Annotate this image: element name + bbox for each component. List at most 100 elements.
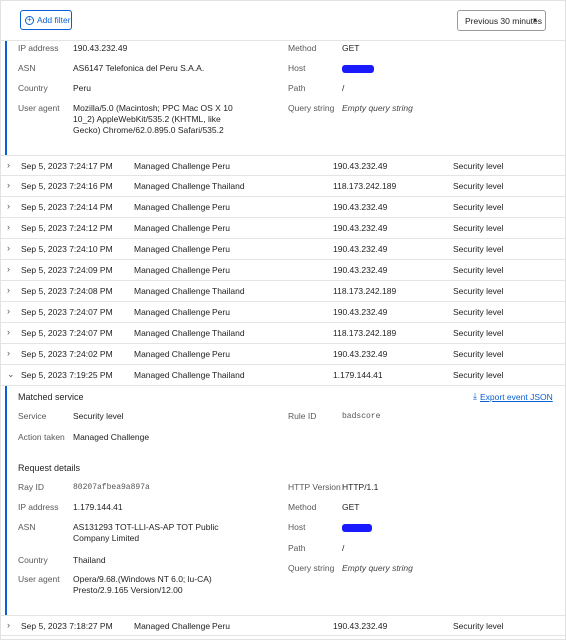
chevron-right-icon: › [7, 201, 10, 211]
event-detail-top: IP address 190.43.232.49 ASN AS6147 Tele… [1, 41, 566, 155]
event-row[interactable]: › Sep 5, 2023 7:18:27 PM Managed Challen… [1, 615, 566, 636]
ip-address-key: IP address [18, 43, 59, 53]
event-service: Security level [453, 244, 504, 254]
event-service: Security level [453, 370, 504, 380]
event-service: Security level [453, 349, 504, 359]
country-value: Peru [73, 83, 91, 93]
event-row[interactable]: › Sep 5, 2023 7:24:14 PM Managed Challenge… [1, 197, 566, 218]
plus-circle-icon: + [25, 15, 34, 25]
event-ip: 118.173.242.189 [333, 328, 397, 338]
event-date: Sep 5, 2023 7:24:09 PM [21, 265, 113, 275]
path-key: Path [288, 543, 306, 553]
event-row[interactable]: › Sep 5, 2023 7:24:09 PM Managed Challenge… [1, 260, 566, 281]
action-taken-key: Action taken [18, 432, 65, 442]
event-ip: 118.173.242.189 [333, 181, 397, 191]
event-row[interactable]: › Sep 5, 2023 7:24:08 PM Managed Challenge… [1, 281, 566, 302]
chevron-right-icon: › [7, 620, 10, 630]
event-service: Security level [453, 307, 504, 317]
chevron-right-icon: › [7, 160, 10, 170]
method-value: GET [342, 502, 360, 512]
toolbar: + Add filter Previous 30 minutes ▼ [1, 1, 566, 41]
event-ip: 118.173.242.189 [333, 286, 397, 296]
path-value: / [342, 543, 345, 553]
http-version-key: HTTP Version [288, 482, 341, 492]
action-taken-value: Managed Challenge [73, 432, 150, 442]
event-service: Security level [453, 328, 504, 338]
export-event-json-link[interactable]: ⤓ Export event JSON [473, 391, 553, 402]
event-country: Peru [212, 161, 230, 171]
event-date: Sep 5, 2023 7:24:14 PM [21, 202, 113, 212]
event-row[interactable]: › Sep 5, 2023 7:24:02 PM Managed Challenge… [1, 344, 566, 365]
user-agent-key: User agent [18, 574, 60, 584]
event-action: Managed Challenge [134, 328, 211, 338]
country-key: Country [18, 555, 48, 565]
event-date: Sep 5, 2023 7:24:17 PM [21, 161, 113, 171]
security-events-panel: + Add filter Previous 30 minutes ▼ IP ad… [0, 0, 566, 640]
download-icon: ⤓ [473, 391, 477, 401]
event-ip: 190.43.232.49 [333, 621, 388, 631]
add-filter-label: Add filter [37, 15, 71, 25]
event-row[interactable]: › Sep 5, 2023 7:24:16 PM Managed Challenge… [1, 176, 566, 197]
user-agent-line: Opera/9.68.(Windows NT 6.0; lu-CA) [73, 574, 212, 584]
add-filter-button[interactable]: + Add filter [20, 10, 72, 30]
event-date: Sep 5, 2023 7:19:25 PM [21, 370, 113, 380]
event-date: Sep 5, 2023 7:24:08 PM [21, 286, 113, 296]
event-row[interactable]: › Sep 5, 2023 7:24:07 PM Managed Challenge… [1, 323, 566, 344]
event-action: Managed Challenge [134, 286, 211, 296]
event-service: Security level [453, 181, 504, 191]
event-country: Peru [212, 307, 230, 317]
query-string-value: Empty query string [342, 563, 413, 573]
asn-value: AS6147 Telefonica del Peru S.A.A. [73, 63, 205, 73]
event-row[interactable]: › Sep 5, 2023 7:24:07 PM Managed Challenge… [1, 302, 566, 323]
event-date: Sep 5, 2023 7:24:16 PM [21, 181, 113, 191]
asn-line: Company Limited [73, 533, 140, 543]
user-agent-line: 10_2) AppleWebKit/535.2 (KHTML, like [73, 114, 221, 124]
time-range-select[interactable]: Previous 30 minutes ▼ [457, 10, 546, 31]
http-version-value: HTTP/1.1 [342, 482, 379, 492]
matched-service-title: Matched service [18, 392, 84, 402]
service-key: Service [18, 411, 47, 421]
chevron-down-icon: ▼ [532, 18, 538, 24]
host-redaction [342, 65, 374, 73]
event-row[interactable]: › Sep 5, 2023 7:24:17 PM Managed Challenge… [1, 155, 566, 176]
event-row[interactable]: › Sep 5, 2023 7:24:12 PM Managed Challenge… [1, 218, 566, 239]
ray-id-value: 80207afbea9a897a [73, 483, 150, 492]
event-service: Security level [453, 265, 504, 275]
event-date: Sep 5, 2023 7:24:07 PM [21, 328, 113, 338]
chevron-right-icon: › [7, 285, 10, 295]
query-string-key: Query string [288, 563, 335, 573]
user-agent-line: Gecko) Chrome/62.0.895.0 Safari/535.2 [73, 125, 224, 135]
ip-address-value: 1.179.144.41 [73, 502, 123, 512]
event-ip: 190.43.232.49 [333, 161, 388, 171]
host-key: Host [288, 63, 306, 73]
event-country: Peru [212, 223, 230, 233]
event-row[interactable]: › Sep 5, 2023 7:24:10 PM Managed Challenge… [1, 239, 566, 260]
chevron-right-icon: › [7, 306, 10, 316]
event-date: Sep 5, 2023 7:24:10 PM [21, 244, 113, 254]
detail-accent-bar [5, 41, 7, 155]
asn-line: AS131293 TOT-LLI-AS-AP TOT Public [73, 522, 219, 532]
event-row[interactable]: ⌄ Sep 5, 2023 7:19:25 PM Managed Challenge… [1, 365, 566, 386]
event-country: Thailand [212, 370, 245, 380]
event-country: Thailand [212, 286, 245, 296]
asn-key: ASN [18, 522, 36, 532]
rule-id-value: badscore [342, 412, 381, 421]
event-service: Security level [453, 161, 504, 171]
chevron-right-icon: › [7, 327, 10, 337]
user-agent-line: Presto/2.9.165 Version/12.00 [73, 585, 183, 595]
event-ip: 190.43.232.49 [333, 244, 388, 254]
event-date: Sep 5, 2023 7:24:12 PM [21, 223, 113, 233]
country-value: Thailand [73, 555, 106, 565]
query-string-key: Query string [288, 103, 335, 113]
chevron-right-icon: › [7, 243, 10, 253]
event-action: Managed Challenge [134, 244, 211, 254]
chevron-right-icon: › [7, 264, 10, 274]
export-event-json-label: Export event JSON [479, 391, 553, 402]
event-ip: 190.43.232.49 [333, 202, 388, 212]
event-country: Peru [212, 349, 230, 359]
event-country: Peru [212, 265, 230, 275]
country-key: Country [18, 83, 48, 93]
method-key: Method [288, 43, 317, 53]
event-date: Sep 5, 2023 7:24:02 PM [21, 349, 113, 359]
event-date: Sep 5, 2023 7:18:27 PM [21, 621, 113, 631]
